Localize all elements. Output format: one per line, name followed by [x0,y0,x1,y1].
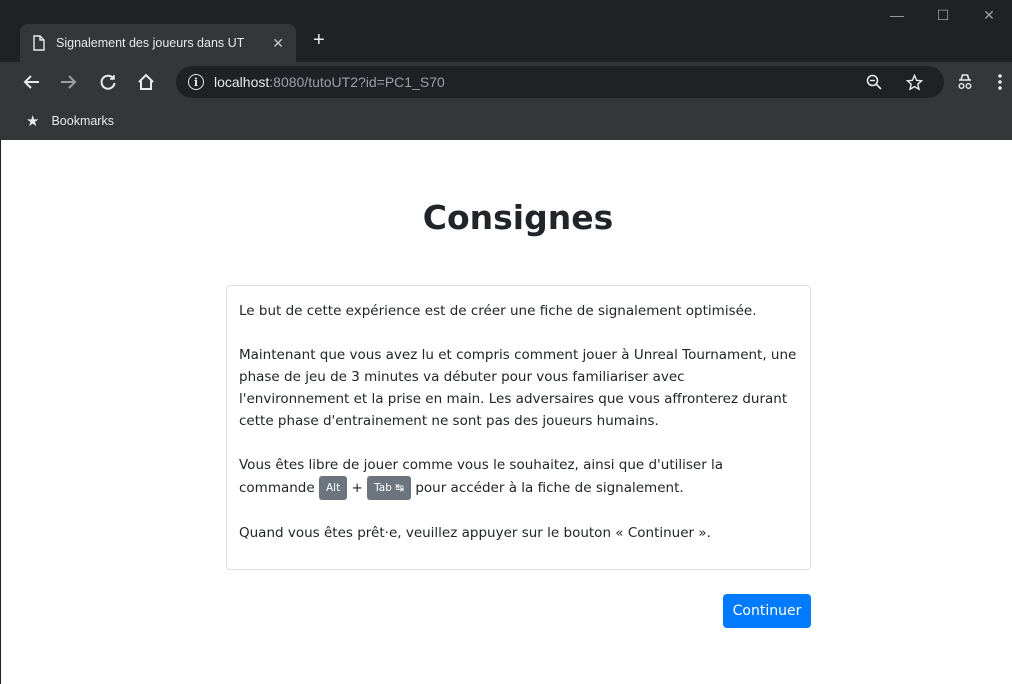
close-tab-icon[interactable]: ✕ [272,35,284,52]
new-tab-button[interactable]: + [313,29,325,51]
url-text: localhost:8080/tutoUT2?id=PC1_S70 [214,74,445,90]
instructions-card: Le but de cette expérience est de créer … [226,285,811,570]
file-icon [32,35,46,51]
bookmarks-folder[interactable]: Bookmarks [51,114,114,128]
continue-button[interactable]: Continuer [723,594,811,628]
url-path: :8080/tutoUT2?id=PC1_S70 [269,74,445,90]
paragraph-continue: Quand vous êtes prêt·e, veuillez appuyer… [239,525,711,541]
reload-icon[interactable] [96,70,120,94]
menu-icon[interactable] [988,70,1012,94]
plus-sign: + [347,480,368,496]
bookmarks-bar: ★ Bookmarks [0,102,1012,140]
url-host: localhost [214,74,270,90]
close-window-button[interactable]: ✕ [966,0,1012,30]
back-icon[interactable] [20,70,44,94]
paragraph-goal: Le but de cette expérience est de créer … [239,303,757,319]
bookmark-star-icon: ★ [26,113,40,130]
forward-icon[interactable] [56,70,80,94]
minimize-button[interactable]: — [874,0,920,30]
tab-strip: Signalement des joueurs dans UT ✕ + — ☐ … [0,0,1012,62]
alt-key-badge: Alt [318,476,348,500]
maximize-button[interactable]: ☐ [920,0,966,30]
info-icon[interactable]: i [188,74,204,90]
paragraph-phase: Maintenant que vous avez lu et compris c… [239,347,797,429]
star-icon[interactable] [904,72,924,92]
window-controls: — ☐ ✕ [874,0,1012,40]
home-icon[interactable] [134,70,158,94]
incognito-icon[interactable] [953,70,977,94]
browser-toolbar: i localhost:8080/tutoUT2?id=PC1_S70 [0,62,1012,102]
browser-tab[interactable]: Signalement des joueurs dans UT ✕ [20,24,296,62]
page-title: Consignes [422,198,614,237]
paragraph-keys: Vous êtes libre de jouer comme vous le s… [239,454,798,500]
page-content: Consignes Le but de cette expérience est… [0,140,1012,684]
keys-text-after: pour accéder à la fiche de signalement. [411,480,684,496]
tab-key-badge: Tab ↹ [367,476,412,500]
address-bar[interactable]: i localhost:8080/tutoUT2?id=PC1_S70 [176,66,944,98]
zoom-icon[interactable] [864,72,884,92]
tab-title: Signalement des joueurs dans UT [56,36,245,50]
